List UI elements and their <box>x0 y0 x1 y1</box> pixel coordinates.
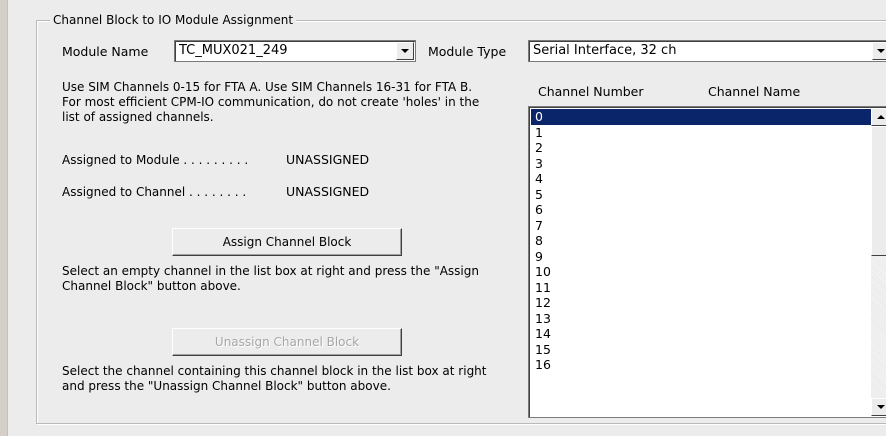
channel-assignment-panel: Channel Block to IO Module Assignment Mo… <box>16 0 886 436</box>
list-item[interactable]: 11 <box>531 280 871 296</box>
channel-list-items: 0 1 2 3 4 5 6 7 8 9 10 11 12 13 14 15 16 <box>531 109 871 373</box>
chevron-down-icon[interactable] <box>872 42 886 60</box>
scroll-down-arrow-icon[interactable] <box>871 398 886 416</box>
left-panel-edge <box>0 0 8 436</box>
list-item[interactable]: 9 <box>531 249 871 265</box>
list-item[interactable]: 15 <box>531 342 871 358</box>
list-item[interactable]: 8 <box>531 233 871 249</box>
list-item[interactable]: 5 <box>531 187 871 203</box>
list-item[interactable]: 14 <box>531 326 871 342</box>
groupbox-title: Channel Block to IO Module Assignment <box>50 12 297 28</box>
list-item[interactable]: 12 <box>531 295 871 311</box>
list-item[interactable]: 13 <box>531 311 871 327</box>
list-item[interactable]: 16 <box>531 357 871 373</box>
module-type-label: Module Type <box>428 44 507 59</box>
channel-listbox[interactable]: 0 1 2 3 4 5 6 7 8 9 10 11 12 13 14 15 16 <box>528 106 886 418</box>
list-item[interactable]: 2 <box>531 140 871 156</box>
assign-help-text: Select an empty channel in the list box … <box>62 264 479 293</box>
assigned-channel-label: Assigned to Channel . . . . . . . . <box>62 185 247 199</box>
module-name-value: TC_MUX021_249 <box>179 43 288 58</box>
list-item[interactable]: 6 <box>531 202 871 218</box>
module-name-combobox[interactable]: TC_MUX021_249 <box>174 40 416 62</box>
assigned-module-label: Assigned to Module . . . . . . . . . <box>62 153 249 167</box>
module-type-combobox[interactable]: Serial Interface, 32 ch <box>528 40 886 62</box>
assigned-channel-value: UNASSIGNED <box>286 184 370 199</box>
assigned-module-value: UNASSIGNED <box>286 152 370 167</box>
list-item[interactable]: 4 <box>531 171 871 187</box>
chevron-down-icon[interactable] <box>396 42 414 60</box>
unassign-channel-block-button[interactable]: Unassign Channel Block <box>172 328 402 356</box>
list-item[interactable]: 0 <box>531 109 871 125</box>
column-header-channel-name[interactable]: Channel Name <box>708 84 800 100</box>
list-item[interactable]: 7 <box>531 218 871 234</box>
module-name-label: Module Name <box>62 44 149 59</box>
listbox-vertical-scrollbar[interactable] <box>871 108 886 416</box>
scroll-up-arrow-icon[interactable] <box>871 108 886 126</box>
list-item[interactable]: 3 <box>531 156 871 172</box>
unassign-help-text: Select the channel containing this chann… <box>62 364 487 393</box>
module-type-value: Serial Interface, 32 ch <box>533 43 677 58</box>
scrollbar-thumb[interactable] <box>871 126 886 256</box>
list-item[interactable]: 10 <box>531 264 871 280</box>
column-header-channel-number[interactable]: Channel Number <box>538 84 644 100</box>
list-item[interactable]: 1 <box>531 125 871 141</box>
assign-channel-block-button[interactable]: Assign Channel Block <box>172 228 402 256</box>
channel-usage-info: Use SIM Channels 0-15 for FTA A. Use SIM… <box>62 80 480 124</box>
